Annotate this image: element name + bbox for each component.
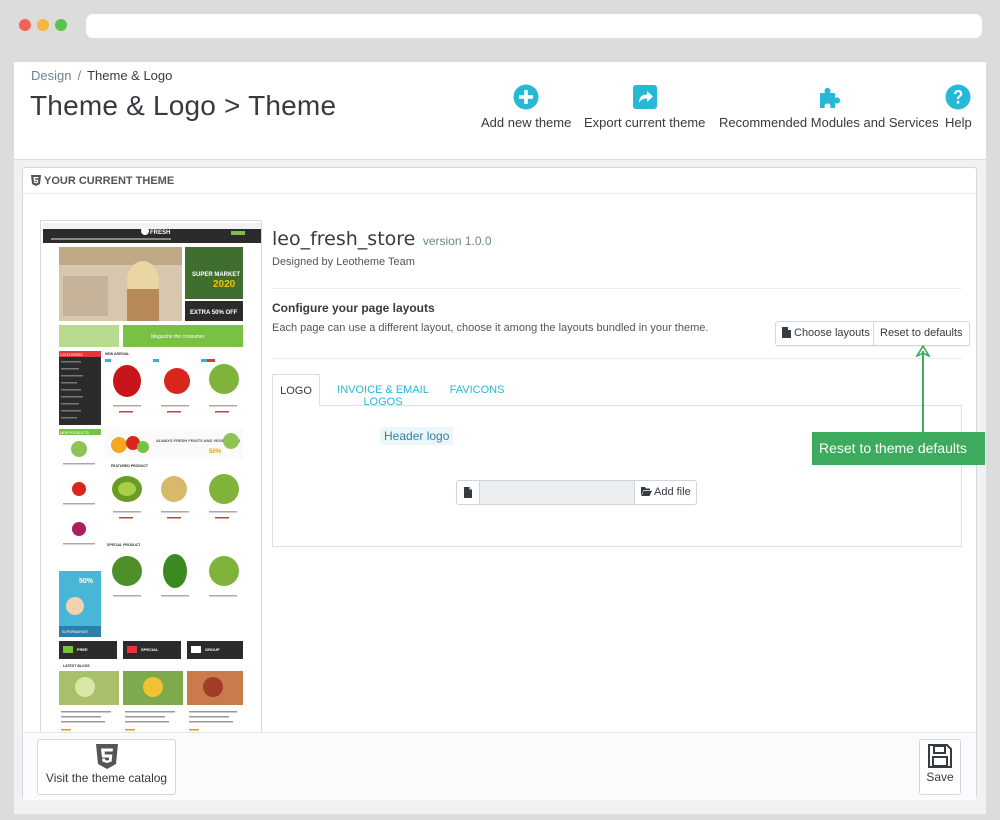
breadcrumb-separator: / [77,68,82,83]
preview-strip-free: FREE [77,647,88,652]
preview-blogs: LATEST BLOGS [63,664,90,668]
preview-featured: FEATURED PRODUCT [111,464,149,468]
reset-defaults-label: Reset to defaults [880,327,963,339]
file-name-input[interactable] [479,480,635,505]
visit-theme-catalog-label: Visit the theme catalog [45,771,168,785]
window-minimize-dot[interactable] [37,19,49,31]
recommended-modules-label: Recommended Modules and Services [719,115,939,130]
divider [272,358,962,359]
reset-defaults-callout: Reset to theme defaults [812,432,985,465]
save-button[interactable]: Save [919,739,961,795]
breadcrumb-parent[interactable]: Design [31,68,71,83]
choose-layouts-label: Choose layouts [794,327,870,339]
html5-icon [31,175,41,186]
current-theme-panel: YOUR CURRENT THEME FRESH SUPER MARKET 20… [22,167,977,799]
browser-chrome [0,0,1000,52]
choose-layouts-button[interactable]: Choose layouts [775,321,877,346]
admin-page: Design / Theme & Logo Theme & Logo > Theme… [14,62,986,814]
callout-arrow-head [916,345,930,357]
layouts-description: Each page can use a different layout, ch… [272,322,709,334]
preview-strip-special: SPECIAL [141,647,159,652]
panel-heading: YOUR CURRENT THEME [23,168,976,194]
divider [272,288,962,289]
save-icon [928,744,952,768]
plus-circle-icon [513,84,539,110]
file-icon [782,327,791,338]
address-bar[interactable] [86,14,982,38]
theme-name: leo_fresh_store [272,228,416,250]
add-file-label: Add file [654,486,691,498]
panel-heading-label: YOUR CURRENT THEME [44,175,175,187]
logo-tabs: LOGO INVOICE & EMAIL LOGOS FAVICONS [272,374,962,408]
preview-categories: CATEGORIES [60,353,83,357]
tab-favicons[interactable]: FAVICONS [446,374,508,407]
theme-designer: Designed by Leotheme Team [272,256,415,268]
theme-preview-image: FRESH SUPER MARKET 2020 EXTRA 50% OFF Ma… [40,220,262,740]
theme-title-row: leo_fresh_store version 1.0.0 [272,228,962,250]
add-new-theme-label: Add new theme [481,115,572,130]
preview-always-pct: 50% [209,449,222,455]
help-label: Help [945,115,972,130]
html5-icon [95,744,118,769]
question-circle-icon [945,84,971,110]
preview-side-pct: 50% [79,578,94,585]
callout-arrow-line [922,351,924,432]
share-icon [632,85,657,109]
recommended-modules-button[interactable]: Recommended Modules and Services [719,84,939,132]
theme-version: version 1.0.0 [422,234,492,248]
export-current-theme-button[interactable]: Export current theme [584,84,705,132]
file-icon [464,487,472,498]
preview-side-label: SUPERMARKET [62,630,90,634]
preview-logo: FRESH [150,230,170,236]
add-new-theme-button[interactable]: Add new theme [481,84,571,132]
theme-info: leo_fresh_store version 1.0.0 Designed b… [272,228,970,547]
preview-strip-group: GROUP [205,647,220,652]
preview-special: SPECIAL PRODUCT [107,543,141,547]
tab-logo[interactable]: LOGO [272,374,320,407]
preview-banner-supermarket: SUPER MARKET [192,272,240,278]
panel-footer: Visit the theme catalog Save [23,732,976,800]
layouts-title: Configure your page layouts [272,301,435,315]
preview-banner-magazine: Magazine the consumer [151,334,205,340]
preview-new-arrival: NEW ARRIVAL [105,352,130,356]
window-maximize-dot[interactable] [55,19,67,31]
folder-open-icon [641,487,652,496]
breadcrumb: Design / Theme & Logo [31,68,172,83]
export-current-theme-label: Export current theme [584,115,706,130]
theme-preview-graphic: FRESH SUPER MARKET 2020 EXTRA 50% OFF Ma… [41,221,261,739]
file-icon-box [456,480,480,505]
preview-banner-offer: EXTRA 50% OFF [190,310,238,316]
tab-invoice-email-logos[interactable]: INVOICE & EMAIL LOGOS [324,374,442,408]
preview-banner-year: 2020 [213,279,236,290]
add-file-button[interactable]: Add file [634,480,697,505]
page-title: Theme & Logo > Theme [30,90,337,121]
puzzle-icon [819,88,840,108]
preview-new-products: NEW PRODUCTS [60,431,89,435]
help-button[interactable]: Help [945,84,972,132]
header-logo-label: Header logo [380,427,454,445]
breadcrumb-current: Theme & Logo [87,68,173,83]
save-label: Save [926,770,954,784]
page-header: Design / Theme & Logo Theme & Logo > Theme… [14,62,986,160]
visit-theme-catalog-button[interactable]: Visit the theme catalog [37,739,176,795]
logo-tab-content: Header logo Add file [272,406,962,547]
window-close-dot[interactable] [19,19,31,31]
reset-defaults-button[interactable]: Reset to defaults [873,321,970,346]
